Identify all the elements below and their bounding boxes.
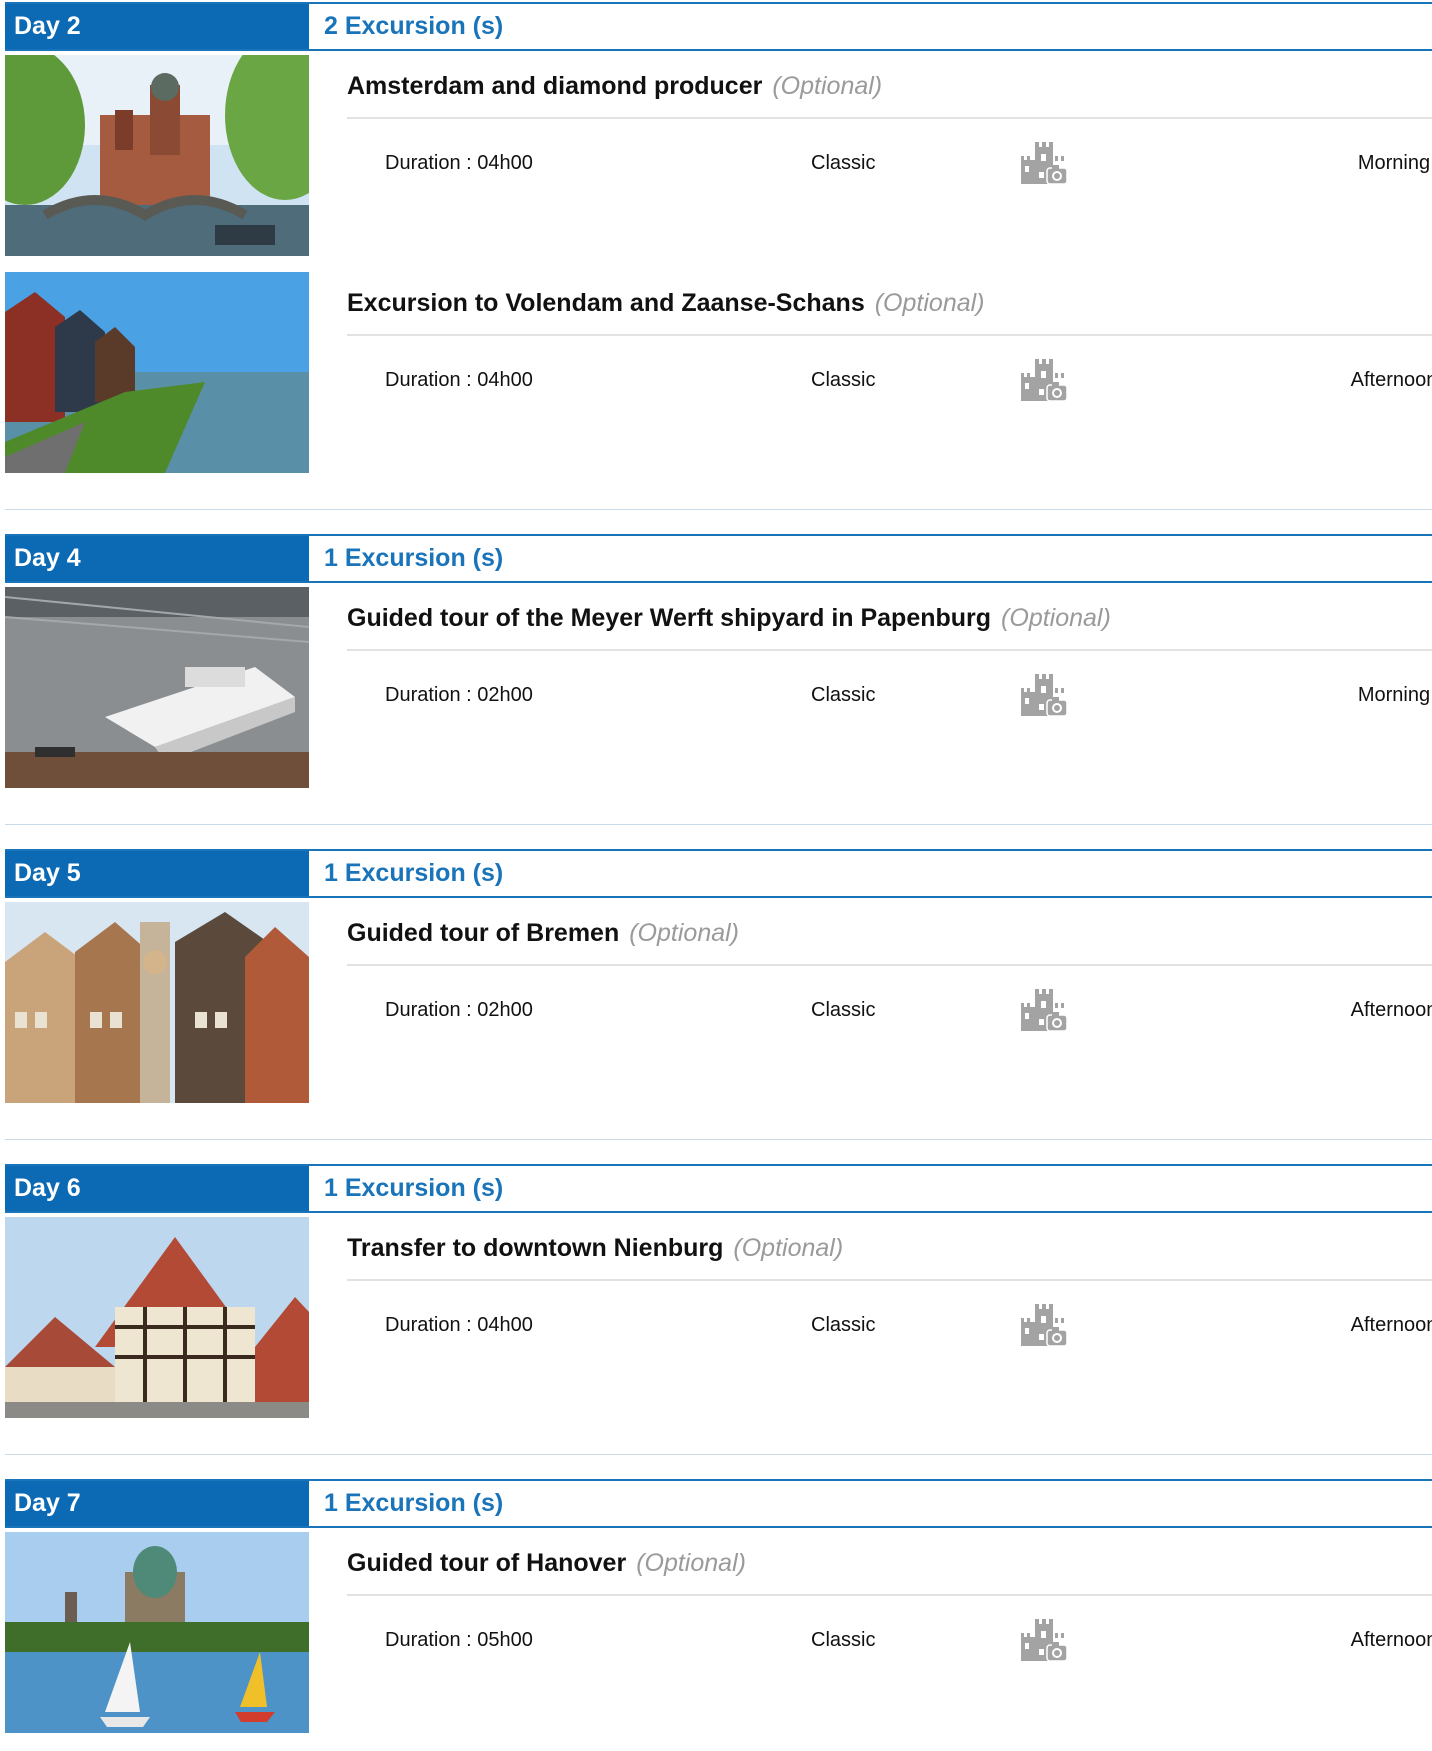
excursion-title-row: Amsterdam and diamond producer (Optional) [347, 55, 1432, 119]
day-section: Day 2 2 Excursion (s) Amsterdam and diamo… [5, 2, 1432, 510]
amsterdam-canal-photo[interactable] [5, 55, 309, 256]
excursion-item: Guided tour of Bremen (Optional) Duration … [5, 902, 1432, 1103]
time-of-day-wrap: Morning [347, 119, 1432, 207]
day-separator [5, 824, 1432, 825]
volendam-waterfront-photo[interactable] [5, 272, 309, 473]
time-of-day-text: Morning [1357, 151, 1431, 174]
excursion-title[interactable]: Guided tour of Bremen [347, 919, 619, 948]
day-label: Day 6 [5, 1166, 309, 1211]
excursion-info: Guided tour of Hanover (Optional) Duration… [309, 1532, 1432, 1733]
bremen-square-photo[interactable] [5, 902, 309, 1103]
excursion-info: Guided tour of Bremen (Optional) Duration … [309, 902, 1432, 1103]
excursion-info: Transfer to downtown Nienburg (Optional) D… [309, 1217, 1432, 1418]
time-of-day-wrap: Afternoon [347, 336, 1432, 424]
optional-label: (Optional) [629, 918, 739, 947]
excursion-info: Guided tour of the Meyer Werft shipyard … [309, 587, 1432, 788]
day-separator [5, 509, 1432, 510]
day-section: Day 5 1 Excursion (s) Guided tour of Brem… [5, 849, 1432, 1140]
time-of-day-text: Morning [1357, 683, 1431, 706]
excursion-title-row: Guided tour of the Meyer Werft shipyard … [347, 587, 1432, 651]
excursion-title-row: Excursion to Volendam and Zaanse-Schans (… [347, 272, 1432, 336]
day-label: Day 2 [5, 4, 309, 49]
optional-label: (Optional) [1001, 603, 1111, 632]
excursion-details: Duration : 04h00 Classic Morning [347, 119, 1432, 207]
excursion-item: Guided tour of Hanover (Optional) Duration… [5, 1532, 1432, 1733]
excursion-title-row: Guided tour of Hanover (Optional) [347, 1532, 1432, 1596]
excursion-count: 1 Excursion (s) [324, 544, 504, 572]
optional-label: (Optional) [874, 288, 985, 317]
excursion-count: 2 Excursion (s) [324, 12, 504, 40]
nienburg-timber-house-photo[interactable] [5, 1217, 309, 1418]
excursion-title[interactable]: Guided tour of the Meyer Werft shipyard … [347, 604, 991, 633]
day-label: Day 4 [5, 536, 309, 581]
time-of-day-wrap: Afternoon [347, 966, 1432, 1054]
optional-label: (Optional) [733, 1233, 844, 1262]
day-separator [5, 1454, 1432, 1455]
excursion-count: 1 Excursion (s) [324, 1174, 504, 1202]
excursion-item: Guided tour of the Meyer Werft shipyard … [5, 587, 1432, 788]
excursion-count: 1 Excursion (s) [324, 1489, 504, 1517]
excursion-details: Duration : 04h00 Classic Afternoon [347, 336, 1432, 424]
shipyard-photo[interactable] [5, 587, 309, 788]
day-header: Day 5 1 Excursion (s) [5, 849, 1432, 898]
excursion-details: Duration : 04h00 Classic Afternoon [347, 1281, 1432, 1369]
excursion-title-row: Transfer to downtown Nienburg (Optional) [347, 1217, 1432, 1281]
excursion-item: Amsterdam and diamond producer (Optional)… [5, 55, 1432, 256]
excursion-title-row: Guided tour of Bremen (Optional) [347, 902, 1432, 966]
time-of-day-text: Afternoon [1350, 1628, 1432, 1651]
day-section: Day 6 1 Excursion (s) Transfer to downtow… [5, 1164, 1432, 1455]
day-header: Day 7 1 Excursion (s) [5, 1479, 1432, 1528]
optional-label: (Optional) [772, 71, 883, 100]
day-list: Day 2 2 Excursion (s) Amsterdam and diamo… [5, 2, 1432, 1733]
time-of-day-text: Afternoon [1350, 368, 1432, 391]
excursion-title[interactable]: Guided tour of Hanover [347, 1549, 626, 1578]
time-of-day-text: Afternoon [1350, 1313, 1432, 1336]
time-of-day-text: Afternoon [1350, 998, 1432, 1021]
optional-label: (Optional) [636, 1548, 746, 1577]
excursion-details: Duration : 02h00 Classic Afternoon [347, 966, 1432, 1054]
hanover-lake-photo[interactable] [5, 1532, 309, 1733]
day-section: Day 4 1 Excursion (s) Guided tour of the … [5, 534, 1432, 825]
day-header: Day 4 1 Excursion (s) [5, 534, 1432, 583]
day-separator [5, 1139, 1432, 1140]
day-label: Day 7 [5, 1481, 309, 1526]
time-of-day-wrap: Afternoon [347, 1596, 1432, 1684]
excursion-count: 1 Excursion (s) [324, 859, 504, 887]
day-section: Day 7 1 Excursion (s) Guided tour of Hano… [5, 1479, 1432, 1733]
day-label: Day 5 [5, 851, 309, 896]
excursion-info: Amsterdam and diamond producer (Optional)… [309, 55, 1432, 256]
excursion-title[interactable]: Excursion to Volendam and Zaanse-Schans [347, 289, 865, 318]
excursion-details: Duration : 02h00 Classic Morning [347, 651, 1432, 739]
excursion-title[interactable]: Amsterdam and diamond producer [347, 72, 762, 101]
excursion-item: Transfer to downtown Nienburg (Optional) D… [5, 1217, 1432, 1418]
excursion-info: Excursion to Volendam and Zaanse-Schans (… [309, 272, 1432, 473]
time-of-day-wrap: Morning [347, 651, 1432, 739]
excursion-title[interactable]: Transfer to downtown Nienburg [347, 1234, 723, 1263]
day-header: Day 6 1 Excursion (s) [5, 1164, 1432, 1213]
excursion-item: Excursion to Volendam and Zaanse-Schans (… [5, 272, 1432, 473]
day-header: Day 2 2 Excursion (s) [5, 2, 1432, 51]
time-of-day-wrap: Afternoon [347, 1281, 1432, 1369]
excursion-details: Duration : 05h00 Classic Afternoon [347, 1596, 1432, 1684]
